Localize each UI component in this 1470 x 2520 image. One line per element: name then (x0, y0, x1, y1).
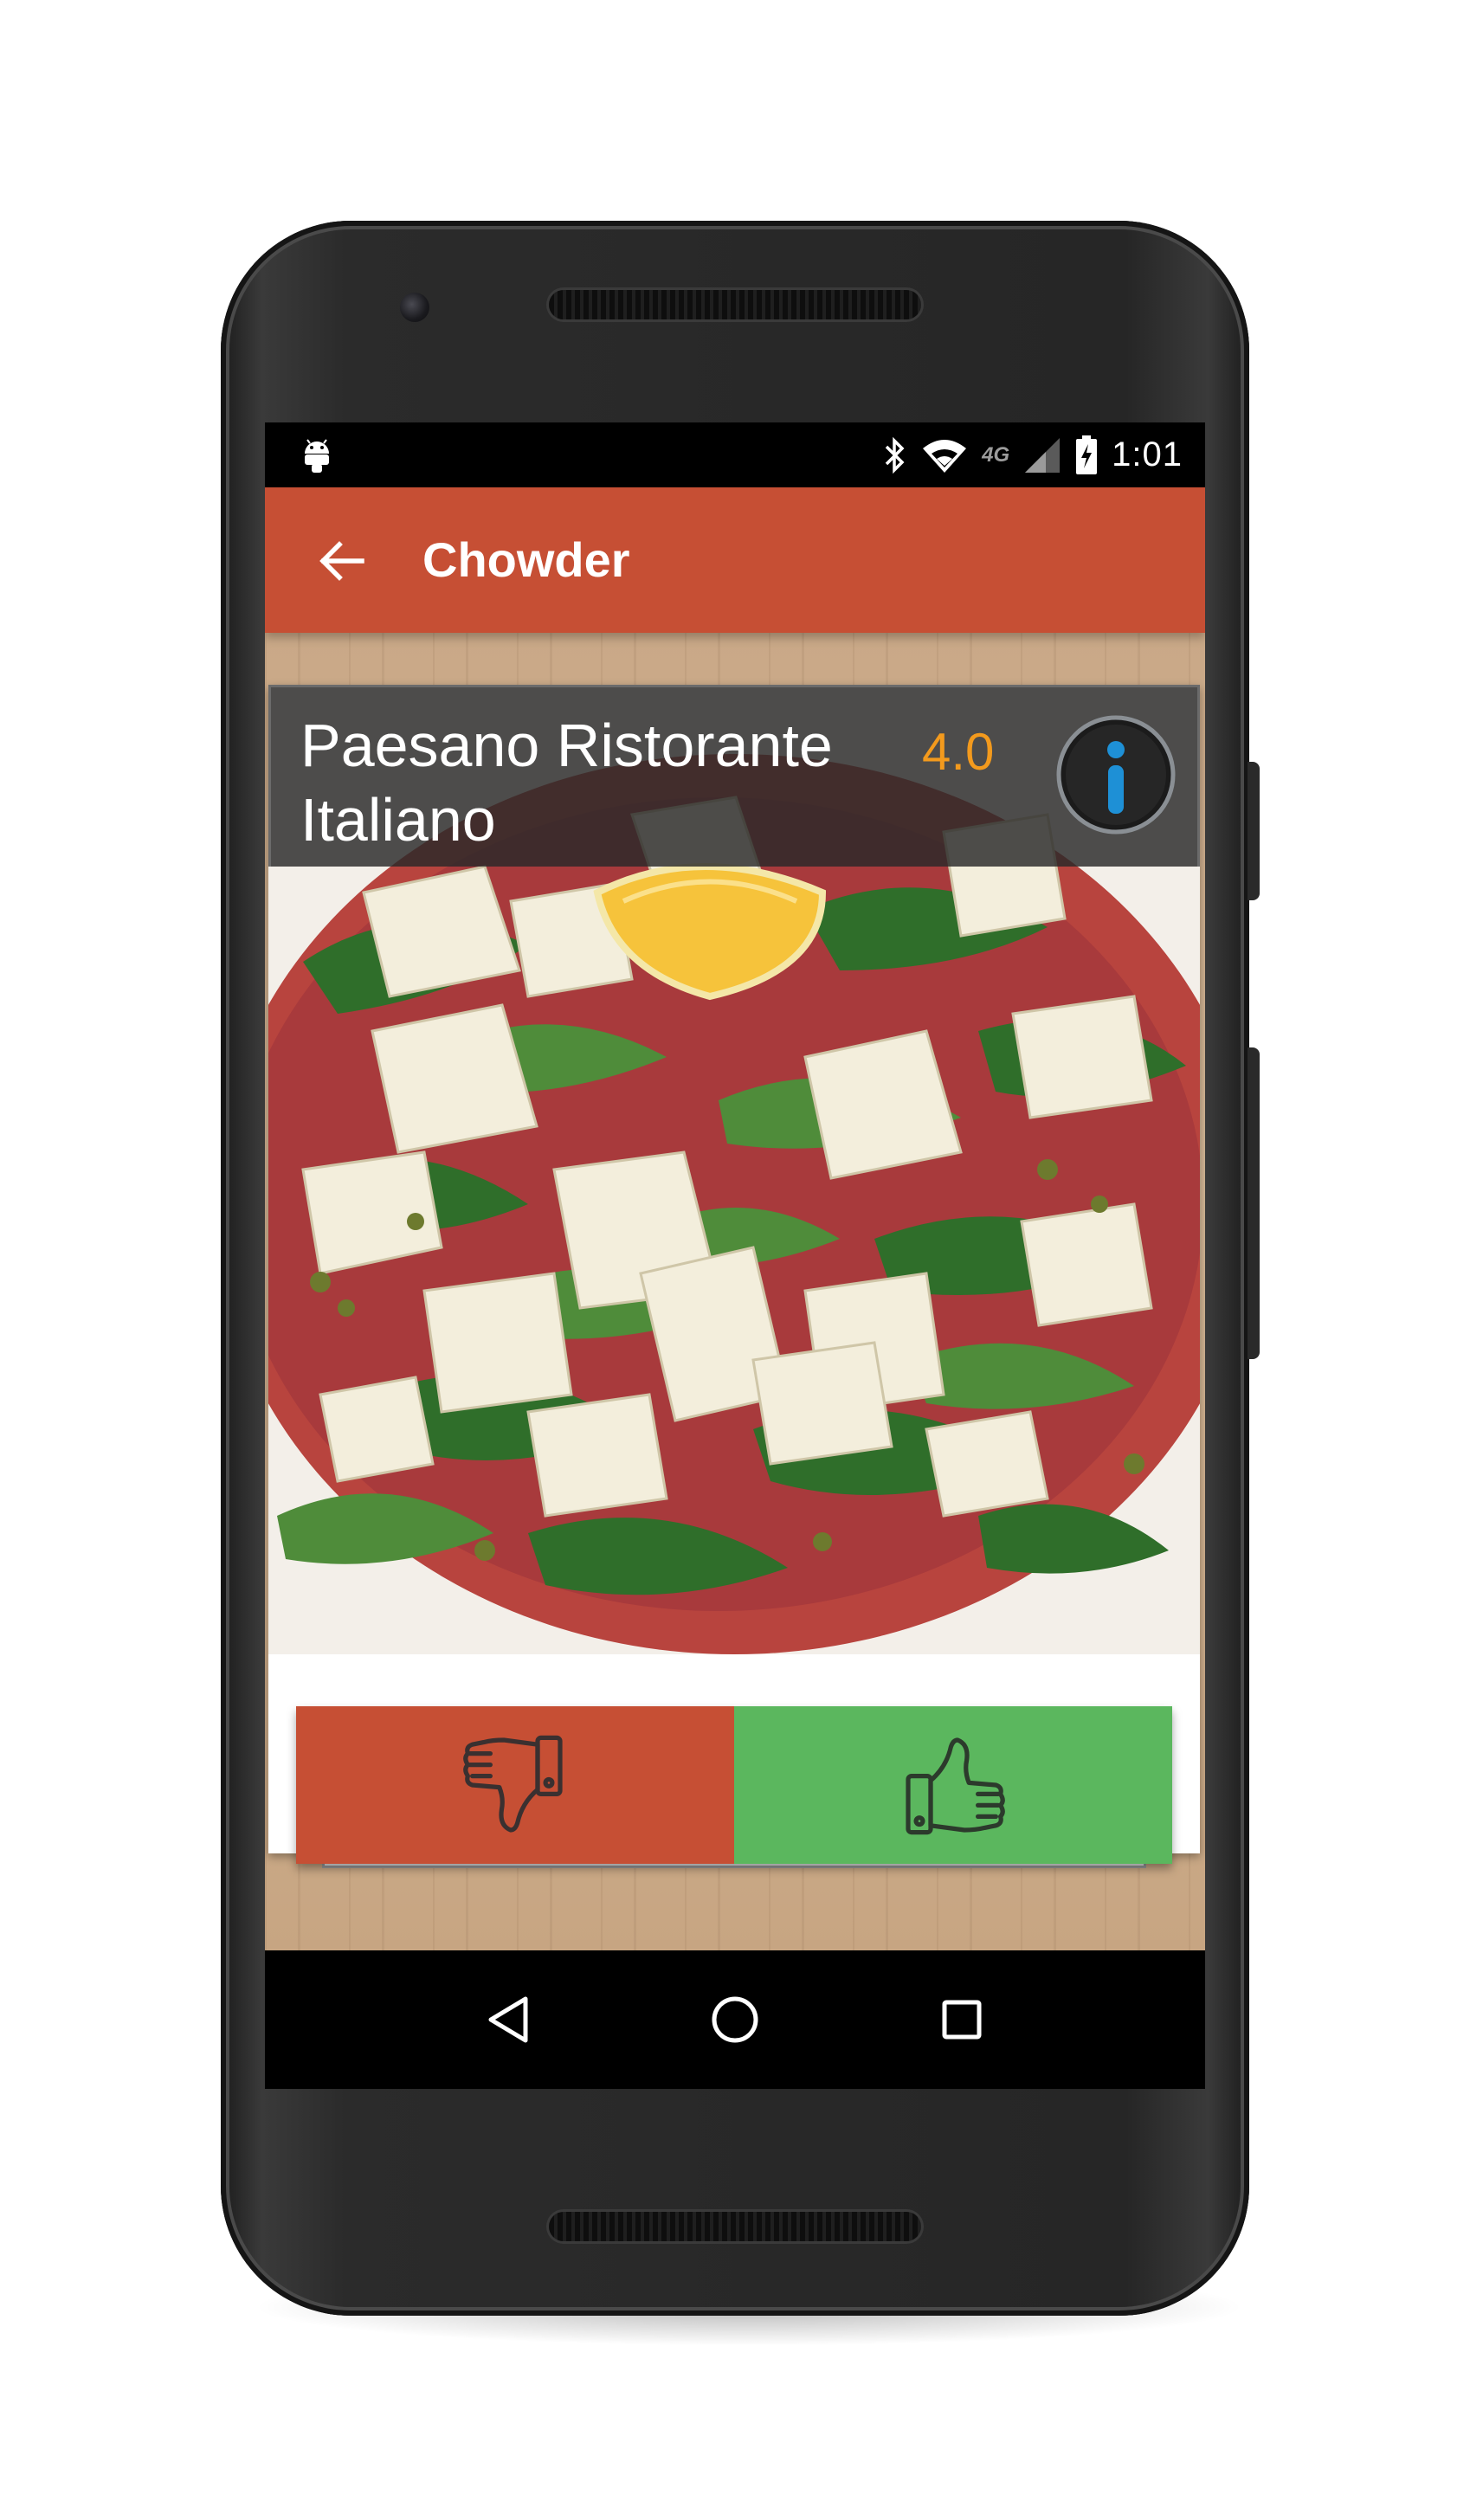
nav-recents-button[interactable] (927, 1985, 996, 2054)
bluetooth-icon (885, 436, 905, 474)
home-circle-icon (712, 1996, 758, 2043)
network-type: 4G (982, 442, 1010, 467)
bottom-speaker (549, 2212, 921, 2241)
arrow-back-icon[interactable] (312, 531, 372, 591)
status-icons: 4G 1:01 (883, 422, 1183, 487)
vote-buttons (296, 1706, 1172, 1864)
status-bar: 4G 1:01 (265, 422, 1205, 487)
power-button (1248, 762, 1260, 900)
like-button[interactable] (734, 1706, 1172, 1864)
back-triangle-icon (488, 1996, 528, 2043)
status-time: 1:01 (1112, 435, 1183, 474)
front-camera (400, 293, 429, 322)
nav-home-button[interactable] (700, 1985, 770, 2054)
restaurant-name: Paesano Ristorante Italiano (300, 712, 833, 854)
wifi-icon (923, 439, 967, 473)
cell-signal-icon (1025, 437, 1061, 473)
card-deck-area: Paesano Ristorante Italiano 4.0 (265, 633, 1205, 1950)
card-header: Paesano Ristorante Italiano 4.0 (268, 685, 1200, 867)
volume-button (1248, 1047, 1260, 1359)
toolbar-title: Chowder (422, 532, 630, 587)
app-toolbar: Chowder (265, 487, 1205, 633)
rating-value: 4.0 (922, 723, 995, 781)
recents-square-icon (942, 2000, 982, 2040)
thumbs-up-icon (906, 1737, 1005, 1835)
android-icon (305, 439, 329, 473)
dislike-button[interactable] (296, 1706, 734, 1864)
info-icon[interactable] (1054, 713, 1177, 836)
screen: 4G 1:01 Chowder Paesano Ristorante Itali… (265, 422, 1205, 2089)
restaurant-card[interactable]: Paesano Ristorante Italiano 4.0 (268, 685, 1200, 1864)
thumbs-down-icon (463, 1735, 563, 1833)
nav-back-button[interactable] (474, 1985, 543, 2054)
battery-charging-icon (1076, 435, 1098, 474)
top-speaker (549, 290, 921, 319)
system-nav-bar (265, 1950, 1205, 2089)
